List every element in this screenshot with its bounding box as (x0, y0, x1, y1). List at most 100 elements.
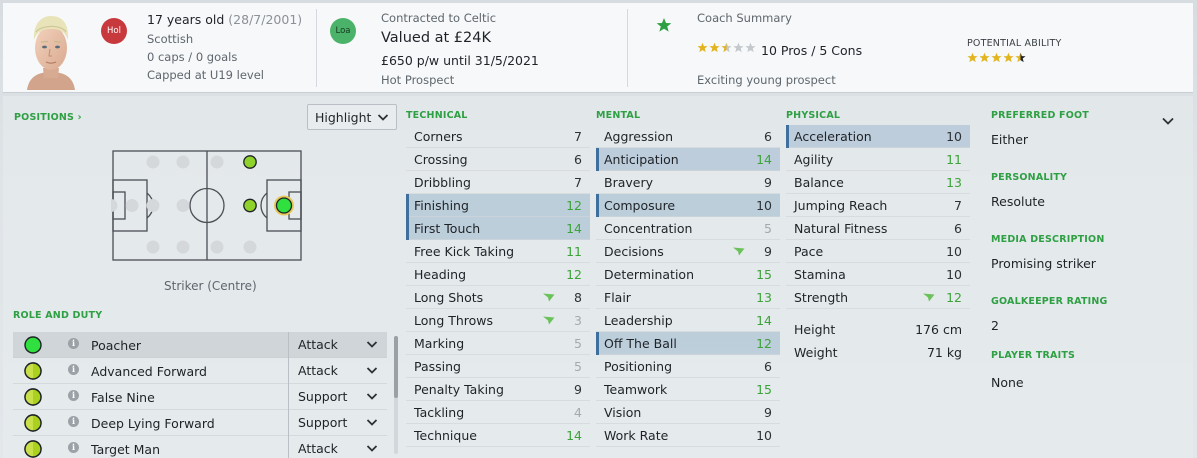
attribute-value: 9 (574, 382, 582, 397)
attribute-row[interactable]: Long Throws 3 (406, 309, 590, 332)
attribute-row[interactable]: Flair 13 (596, 286, 780, 309)
attribute-name: Bravery (604, 175, 653, 190)
trend-arrow-icon (923, 293, 935, 302)
chevron-down-icon (366, 419, 378, 426)
height-label: Height (794, 322, 836, 337)
attribute-row[interactable]: Positioning 6 (596, 355, 780, 378)
attribute-row[interactable]: Tackling 4 (406, 401, 590, 424)
attribute-name: Natural Fitness (794, 221, 888, 236)
attribute-name: Marking (414, 336, 465, 351)
attribute-name: Balance (794, 175, 844, 190)
rating-star-icon (991, 52, 1002, 63)
position-pitch[interactable] (111, 149, 303, 262)
attribute-value: 9 (764, 175, 772, 190)
positions-title[interactable]: POSITIONS › (14, 112, 82, 123)
duty-dropdown[interactable]: Support (288, 384, 387, 410)
chevron-down-icon (366, 445, 378, 452)
attribute-row[interactable]: Work Rate 10 (596, 424, 780, 447)
personality-title: PERSONALITY (991, 172, 1068, 183)
role-row[interactable]: i Target Man Attack (13, 436, 387, 458)
attribute-row[interactable]: Dribbling 7 (406, 171, 590, 194)
attribute-row[interactable]: Teamwork 15 (596, 378, 780, 401)
info-icon[interactable]: i (68, 416, 79, 427)
contracted-to-text[interactable]: Contracted to Celtic (381, 11, 496, 25)
duty-dropdown[interactable]: Attack (288, 436, 387, 458)
attribute-row[interactable]: Acceleration 10 (786, 125, 970, 148)
info-icon[interactable]: i (68, 338, 79, 349)
attribute-name: Anticipation (604, 152, 679, 167)
attribute-row[interactable]: Vision 9 (596, 401, 780, 424)
role-row[interactable]: i False Nine Support (13, 384, 387, 410)
attribute-row[interactable]: Aggression 6 (596, 125, 780, 148)
player-traits-value: None (991, 375, 1024, 390)
attribute-row[interactable]: Heading 12 (406, 263, 590, 286)
attribute-value: 13 (756, 290, 772, 305)
attribute-row[interactable]: Off The Ball 12 (596, 332, 780, 355)
attribute-row[interactable]: Free Kick Taking 11 (406, 240, 590, 263)
attribute-name: Crossing (414, 152, 468, 167)
attribute-name: Decisions (604, 244, 664, 259)
info-icon[interactable]: i (68, 364, 79, 375)
role-suitability-icon (24, 362, 42, 380)
height-value: 176 cm (915, 322, 962, 337)
attribute-row[interactable]: Balance 13 (786, 171, 970, 194)
attribute-name: Composure (604, 198, 676, 213)
attribute-row[interactable]: Marking 5 (406, 332, 590, 355)
info-icon[interactable]: i (68, 390, 79, 401)
role-row[interactable]: i Poacher Attack (13, 332, 387, 358)
attribute-name: Stamina (794, 267, 846, 282)
duty-dropdown[interactable]: Attack (288, 358, 387, 384)
coach-summary-section: Coach Summary 10 Pros / 5 Cons Exciting … (628, 3, 1193, 93)
chevron-down-icon[interactable] (1161, 115, 1175, 127)
attribute-row[interactable]: Corners 7 (406, 125, 590, 148)
attribute-row[interactable]: Passing 5 (406, 355, 590, 378)
attribute-row[interactable]: Decisions 9 (596, 240, 780, 263)
attribute-row[interactable]: First Touch 14 (406, 217, 590, 240)
role-row[interactable]: i Deep Lying Forward Support (13, 410, 387, 436)
attribute-value: 10 (946, 129, 962, 144)
attribute-value: 12 (946, 290, 962, 305)
attribute-name: Long Shots (414, 290, 484, 305)
pros-cons-text[interactable]: 10 Pros / 5 Cons (761, 43, 862, 58)
attribute-row[interactable]: Anticipation 14 (596, 148, 780, 171)
duty-dropdown[interactable]: Support (288, 410, 387, 436)
attribute-value: 12 (566, 267, 582, 282)
attribute-value: 7 (954, 198, 962, 213)
goalkeeper-rating-value: 2 (991, 318, 999, 333)
attribute-row[interactable]: Penalty Taking 9 (406, 378, 590, 401)
position-caption: Striker (Centre) (164, 279, 257, 293)
trend-arrow-icon (733, 247, 745, 256)
attribute-row[interactable]: Pace 10 (786, 240, 970, 263)
attribute-row[interactable]: Crossing 6 (406, 148, 590, 171)
attribute-row[interactable]: Bravery 9 (596, 171, 780, 194)
attribute-row[interactable]: Finishing 12 (406, 194, 590, 217)
attribute-row[interactable]: Agility 11 (786, 148, 970, 171)
rating-star-icon (1015, 52, 1026, 63)
attribute-value: 15 (756, 267, 772, 282)
highlight-dropdown[interactable]: Highlight (307, 104, 397, 130)
summary-text: Exciting young prospect (697, 73, 836, 87)
attribute-row[interactable]: Composure 10 (596, 194, 780, 217)
role-row[interactable]: i Advanced Forward Attack (13, 358, 387, 384)
attribute-row[interactable]: Concentration 5 (596, 217, 780, 240)
nation-badge-icon[interactable]: Hol (101, 18, 127, 44)
attribute-row[interactable]: Technique 14 (406, 424, 590, 447)
attribute-row[interactable]: Stamina 10 (786, 263, 970, 286)
attribute-name: Technique (414, 428, 477, 443)
attribute-name: Finishing (414, 198, 469, 213)
role-scrollbar-thumb[interactable] (394, 336, 398, 398)
attribute-row[interactable]: Jumping Reach 7 (786, 194, 970, 217)
attribute-value: 6 (764, 129, 772, 144)
attribute-row[interactable]: Strength 12 (786, 286, 970, 309)
goalkeeper-rating-title: GOALKEEPER RATING (991, 296, 1108, 307)
attribute-row[interactable]: Long Shots 8 (406, 286, 590, 309)
player-portrait (27, 16, 75, 90)
info-icon[interactable]: i (68, 442, 79, 453)
rating-star-icon (1003, 52, 1014, 63)
loan-badge-icon[interactable]: Loa (330, 18, 356, 44)
attribute-row[interactable]: Determination 15 (596, 263, 780, 286)
attribute-row[interactable]: Natural Fitness 6 (786, 217, 970, 240)
duty-dropdown[interactable]: Attack (288, 332, 387, 358)
trend-arrow-icon (543, 316, 555, 325)
attribute-row[interactable]: Leadership 14 (596, 309, 780, 332)
